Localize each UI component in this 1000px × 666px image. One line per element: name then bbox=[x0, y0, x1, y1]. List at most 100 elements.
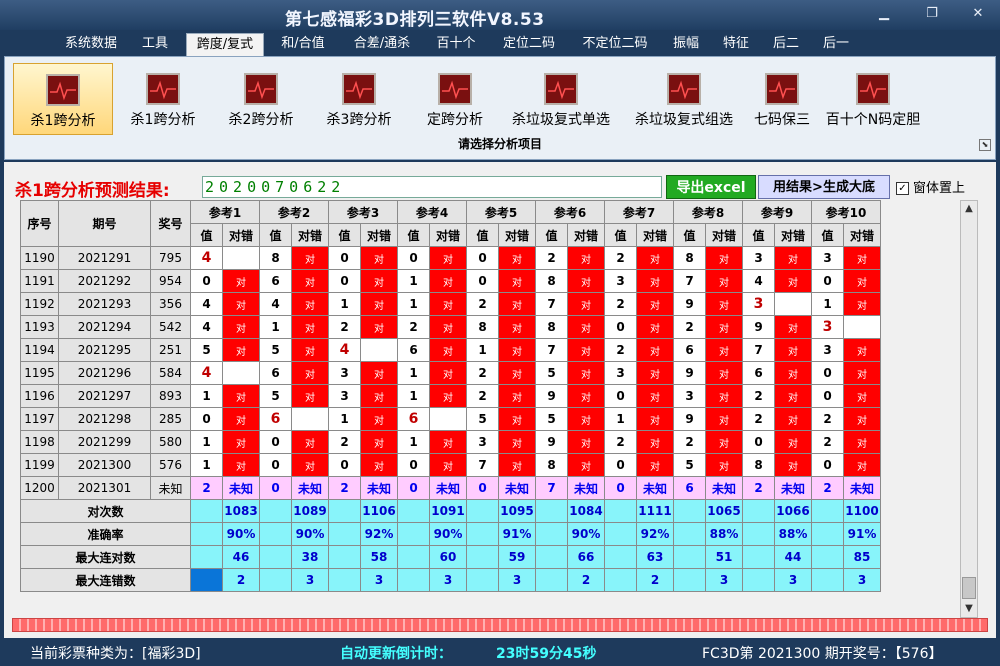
stats-value: 38 bbox=[291, 545, 329, 569]
stats-spacer bbox=[673, 545, 706, 569]
menu-diff-kill[interactable]: 合差/通杀 bbox=[342, 33, 422, 55]
table-row[interactable]: 1194 2021295 251 5 对 5 对 4 6 对 1 对 7 对 2 对 6 对 7 对 3 对 bbox=[20, 338, 881, 362]
menu-tools[interactable]: 工具 bbox=[133, 33, 177, 55]
ribbon-label: 七码保三 bbox=[754, 112, 810, 128]
checkbox-icon[interactable]: ✓ bbox=[896, 182, 909, 195]
col-header-ref: 参考2 bbox=[259, 200, 329, 224]
row-issue: 2021299 bbox=[58, 430, 151, 454]
table-row[interactable]: 1197 2021298 285 0 对 6 1 对 6 5 对 5 对 1 对 9 对 2 对 2 对 bbox=[20, 407, 881, 431]
row-prize: 356 bbox=[150, 292, 191, 316]
stats-value: 3 bbox=[705, 568, 743, 592]
lottery-type-text: 当前彩票种类为：[福彩3D] bbox=[30, 646, 201, 662]
ref-mark-correct: 对 bbox=[360, 315, 398, 339]
ribbon-kill1-span-b[interactable]: 杀1跨分析 bbox=[117, 63, 209, 133]
minimize-icon[interactable]: ▁ bbox=[873, 5, 895, 23]
ref-mark-correct: 对 bbox=[498, 361, 536, 385]
export-excel-button[interactable]: 导出excel bbox=[666, 175, 756, 199]
row-seq: 1190 bbox=[20, 246, 59, 270]
ref-value: 4 bbox=[190, 292, 223, 316]
stats-value: 88% bbox=[774, 522, 812, 546]
ref-mark-correct: 对 bbox=[222, 407, 260, 431]
row-issue: 2021291 bbox=[58, 246, 151, 270]
ribbon-kill1-span-a[interactable]: 杀1跨分析 bbox=[13, 63, 113, 135]
ribbon-kill2-span[interactable]: 杀2跨分析 bbox=[215, 63, 307, 133]
scroll-up-icon[interactable]: ▲ bbox=[961, 201, 977, 217]
ribbon-seven-keep-three[interactable]: 七码保三 bbox=[747, 63, 817, 133]
ref-mark-correct: 对 bbox=[636, 407, 674, 431]
stats-value: 66 bbox=[567, 545, 605, 569]
dialog-launcher-icon[interactable]: ⬊ bbox=[979, 139, 991, 151]
row-prize: 580 bbox=[150, 430, 191, 454]
table-row[interactable]: 1191 2021292 954 0 对 6 对 0 对 1 对 0 对 8 对 3 对 7 对 4 对 0 对 bbox=[20, 269, 881, 293]
ref-mark-correct: 对 bbox=[567, 361, 605, 385]
menu-last-two[interactable]: 后二 bbox=[764, 33, 808, 55]
table-row[interactable]: 1196 2021297 893 1 对 5 对 3 对 1 对 2 对 9 对 0 对 3 对 2 对 0 对 bbox=[20, 384, 881, 408]
table-row[interactable]: 1195 2021296 584 4 6 对 3 对 1 对 2 对 5 对 3 对 9 对 6 对 0 对 bbox=[20, 361, 881, 385]
ref-mark-correct: 对 bbox=[774, 315, 812, 339]
ribbon-junk-group[interactable]: 杀垃圾复式组选 bbox=[623, 63, 745, 133]
restore-icon[interactable]: ❐ bbox=[921, 5, 943, 23]
col-header-ref: 参考7 bbox=[604, 200, 674, 224]
scroll-thumb[interactable] bbox=[962, 577, 976, 599]
table-row[interactable]: 1198 2021299 580 1 对 0 对 2 对 1 对 3 对 9 对 2 对 2 对 0 对 2 对 bbox=[20, 430, 881, 454]
ribbon-group-label: 请选择分析项目 bbox=[457, 137, 542, 151]
menu-last-one[interactable]: 后一 bbox=[814, 33, 858, 55]
menu-amplitude[interactable]: 振幅 bbox=[664, 33, 708, 55]
table-row[interactable]: 1199 2021300 576 1 对 0 对 0 对 0 对 7 对 8 对 0 对 5 对 8 对 0 对 bbox=[20, 453, 881, 477]
col-header-value: 值 bbox=[604, 223, 637, 247]
ref-value: 0 bbox=[190, 407, 223, 431]
table-row[interactable]: 1190 2021291 795 4 8 对 0 对 0 对 0 对 2 对 2 对 8 对 3 对 3 对 bbox=[20, 246, 881, 270]
stats-value: 51 bbox=[705, 545, 743, 569]
ref-mark-correct: 对 bbox=[705, 453, 743, 477]
ref-value: 0 bbox=[397, 453, 430, 477]
ref-value: 6 bbox=[259, 407, 292, 431]
menu-system-data[interactable]: 系统数据 bbox=[55, 33, 127, 55]
ref-mark-correct: 对 bbox=[636, 269, 674, 293]
ribbon-kill3-span[interactable]: 杀3跨分析 bbox=[313, 63, 405, 133]
menu-span-compound[interactable]: 跨度/复式 bbox=[186, 33, 264, 56]
menu-position-two[interactable]: 定位二码 bbox=[492, 33, 566, 55]
row-issue: 2021297 bbox=[58, 384, 151, 408]
stats-value: 85 bbox=[843, 545, 881, 569]
ref-mark-correct: 对 bbox=[705, 338, 743, 362]
stats-value: 92% bbox=[360, 522, 398, 546]
row-issue: 2021300 bbox=[58, 453, 151, 477]
generate-base-button[interactable]: 用结果>生成大底 bbox=[758, 175, 890, 199]
stats-value: 2 bbox=[567, 568, 605, 592]
ref-value: 6 bbox=[397, 407, 430, 431]
topmost-checkbox[interactable]: ✓ 窗体置上 bbox=[896, 177, 965, 196]
stats-spacer bbox=[190, 568, 223, 592]
table-row-pending[interactable]: 1200 2021301 未知 2 未知 0 未知 2 未知 0 未知 0 未知 7 未知 0 未知 6 未知 2 未知… bbox=[20, 476, 881, 500]
col-header-seq: 序号 bbox=[20, 200, 59, 247]
ref-value: 0 bbox=[604, 384, 637, 408]
ref-value: 4 bbox=[259, 292, 292, 316]
menu-unpositioned-two[interactable]: 不定位二码 bbox=[570, 33, 660, 55]
row-issue: 2021292 bbox=[58, 269, 151, 293]
table-row[interactable]: 1192 2021293 356 4 对 4 对 1 对 1 对 2 对 7 对 2 对 9 对 3 1 对 bbox=[20, 292, 881, 316]
menu-hundred-ten-one[interactable]: 百十个 bbox=[428, 33, 484, 55]
stats-value: 1111 bbox=[636, 499, 674, 523]
ref-mark-correct: 对 bbox=[222, 338, 260, 362]
close-icon[interactable]: ✕ bbox=[967, 5, 989, 23]
stats-spacer bbox=[466, 499, 499, 523]
ref-value: 1 bbox=[397, 269, 430, 293]
stats-value: 59 bbox=[498, 545, 536, 569]
ref-mark-correct: 对 bbox=[429, 246, 467, 270]
ref-value: 9 bbox=[535, 384, 568, 408]
ribbon-junk-single[interactable]: 杀垃圾复式单选 bbox=[501, 63, 621, 133]
ref-value: 7 bbox=[742, 338, 775, 362]
ribbon-fixed-span[interactable]: 定跨分析 bbox=[411, 63, 499, 133]
vertical-scrollbar[interactable]: ▲ ▼ bbox=[960, 200, 978, 618]
scroll-down-icon[interactable]: ▼ bbox=[961, 601, 977, 617]
ribbon-n-code[interactable]: 百十个N码定胆 bbox=[819, 63, 927, 133]
table-row[interactable]: 1193 2021294 542 4 对 1 对 2 对 2 对 8 对 8 对 0 对 2 对 9 对 3 bbox=[20, 315, 881, 339]
menu-features[interactable]: 特征 bbox=[714, 33, 758, 55]
ref-value: 1 bbox=[190, 384, 223, 408]
prediction-result-field[interactable]: 2020070622 bbox=[202, 176, 662, 198]
ref-value: 6 bbox=[397, 338, 430, 362]
ref-value: 2 bbox=[742, 384, 775, 408]
stats-spacer bbox=[259, 522, 292, 546]
stats-spacer bbox=[328, 545, 361, 569]
status-bar: 当前彩票种类为：[福彩3D] 自动更新倒计时： 23时59分45秒 FC3D第 … bbox=[0, 638, 1000, 666]
menu-sum-value[interactable]: 和/合值 bbox=[270, 33, 336, 55]
